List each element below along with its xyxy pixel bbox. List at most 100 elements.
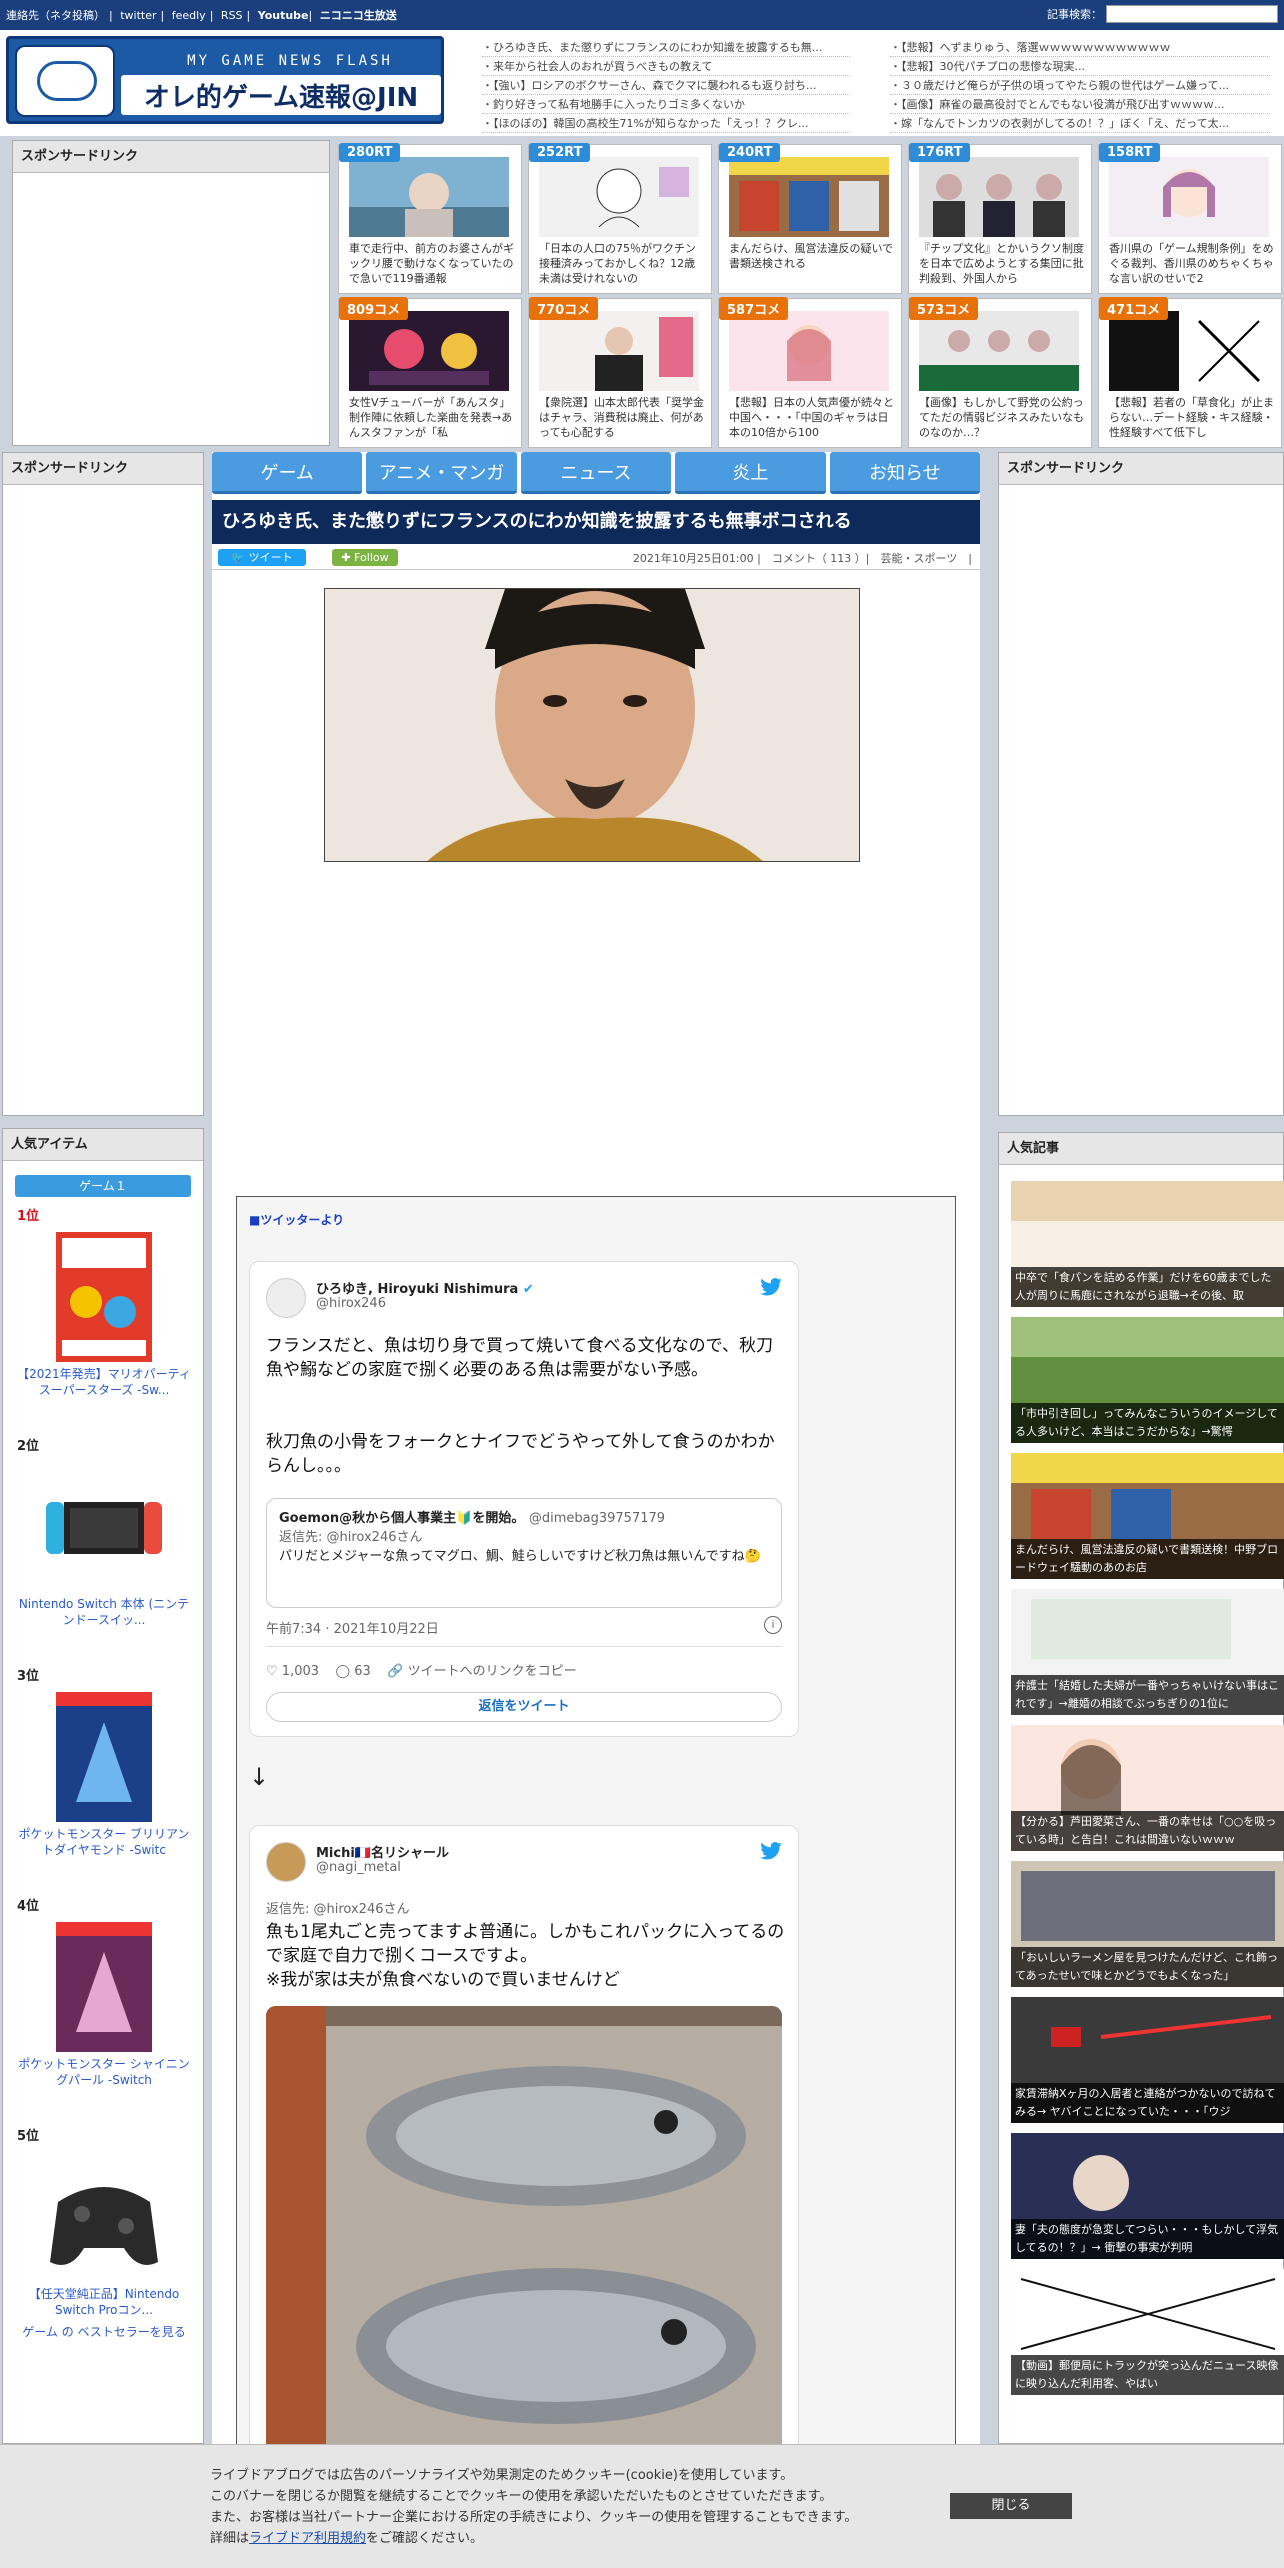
tweet-timestamp[interactable]: 午前7:34 · 2021年10月22日 bbox=[266, 1618, 439, 1637]
niconico-link[interactable]: ニコニコ生放送 bbox=[320, 9, 397, 22]
headline-item[interactable]: 【悲報】30代パチプロの悲惨な現実... bbox=[890, 57, 1270, 76]
nav-tab-enjo[interactable]: 炎上 bbox=[675, 452, 826, 494]
tweet-button[interactable]: 🐦 ツイート bbox=[218, 549, 306, 566]
nav-tab-game[interactable]: ゲーム bbox=[212, 452, 363, 494]
tweet-photo[interactable] bbox=[266, 2006, 782, 2476]
headline-item[interactable]: 【悲報】へずまりゅう、落選ｗｗｗｗｗｗｗｗｗｗｗｗ bbox=[890, 38, 1270, 57]
tweet-author-handle[interactable]: @nagi_metal bbox=[316, 1860, 401, 1875]
quoted-text: パリだとメジャーな魚ってマグロ、鯛、鮭らしいですけど秋刀魚は無いんですね🤔 bbox=[279, 1549, 761, 1564]
product-image bbox=[56, 1232, 152, 1362]
reply-tweet-button[interactable]: 返信をツイート bbox=[266, 1692, 782, 1722]
popular-article[interactable]: 中卒で「食パンを詰める作業」だけを60歳までした人が周りに馬鹿にされながら退職→… bbox=[1011, 1181, 1284, 1307]
copy-link[interactable]: ツイートへのリンクをコピー bbox=[408, 1664, 577, 1679]
headline-item[interactable]: ひろゆき氏、また懲りずにフランスのにわか知識を披露するも無... bbox=[482, 38, 850, 57]
rank-label: 3位 bbox=[17, 1669, 40, 1684]
tweet-text: 秋刀魚の小骨をフォークとナイフでどうやって外して食うのかわからんし。。。 bbox=[266, 1432, 775, 1476]
headline-item[interactable]: 嫁「なんでトンカツの衣剥がしてるの！？」ぼく「え、だって太... bbox=[890, 114, 1270, 133]
reply-count[interactable]: 63 bbox=[354, 1664, 371, 1679]
category-tab[interactable]: ゲーム１ bbox=[15, 1175, 191, 1197]
headline-list-right: 【悲報】へずまりゅう、落選ｗｗｗｗｗｗｗｗｗｗｗｗ 【悲報】30代パチプロの悲惨… bbox=[890, 38, 1270, 133]
popular-article[interactable]: 【分かる】芦田愛菜さん、一番の幸せは「○○を吸っている時」と告白！これは間違いな… bbox=[1011, 1725, 1284, 1851]
site-logo[interactable]: MY GAME NEWS FLASH オレ的ゲーム速報@JIN bbox=[6, 36, 444, 124]
ranking-card[interactable]: 587コメ 【悲報】日本の人気声優が続々と中国へ・・・「中国のギャラは日本の10… bbox=[718, 297, 902, 448]
popular-article[interactable]: 家賃滞納Xヶ月の入居者と連絡がつかないので訪ねてみる→ ヤバイことになっていた・… bbox=[1011, 1997, 1284, 2123]
twitter-link[interactable]: twitter bbox=[120, 9, 156, 22]
youtube-link[interactable]: Youtube bbox=[258, 9, 309, 22]
ranking-card[interactable]: 280RT 車で走行中、前方のお婆さんがギックリ腰で動けなくなっていたので急いで… bbox=[338, 143, 522, 294]
product-item[interactable]: 3位 ポケットモンスター ブリリアントダイヤモンド -Switc bbox=[3, 1665, 205, 1858]
rss-link[interactable]: RSS bbox=[221, 9, 243, 22]
ranking-card[interactable]: 158RT 香川県の「ゲーム規制条例」をめぐる裁判、香川県のめちゃくちゃな言い訳… bbox=[1098, 143, 1282, 294]
nav-tab-info[interactable]: お知らせ bbox=[829, 452, 981, 494]
headline-item[interactable]: 【画像】麻雀の最高役討でとんでもない役満が飛び出すｗｗｗｗ... bbox=[890, 95, 1270, 114]
terms-link[interactable]: ライブドア利用規約 bbox=[249, 2531, 366, 2546]
card-title: まんだらけ、風営法違反の疑いで書類送検される bbox=[729, 242, 894, 270]
popular-article[interactable]: 「おいしいラーメン屋を見つけたんだけど、これ飾ってあったせいで味とかどうでもよく… bbox=[1011, 1861, 1284, 1987]
quoted-tweet[interactable]: Goemon@秋から個人事業主🔰を開始。 @dimebag39757179 返信… bbox=[266, 1498, 782, 1608]
twitter-bird-icon[interactable] bbox=[760, 1278, 782, 1296]
product-item[interactable]: 4位 ポケットモンスター シャイニングパール -Switch bbox=[3, 1895, 205, 2088]
search-input[interactable] bbox=[1106, 5, 1278, 23]
tweet-author-name[interactable]: ひろゆき, Hiroyuki Nishimura ✔ bbox=[316, 1278, 534, 1297]
cookie-close-button[interactable]: 閉じる bbox=[950, 2493, 1072, 2519]
logo-subtitle: MY GAME NEWS FLASH bbox=[187, 53, 393, 69]
product-link[interactable]: 【任天堂純正品】Nintendo Switch Proコン... bbox=[3, 2286, 205, 2318]
card-title: 【悲報】若者の「草食化」が止まらない…デート経験・キス経験・性経験すべて低下し bbox=[1109, 396, 1274, 439]
product-item[interactable]: 2位 Nintendo Switch 本体 (ニンテンドースイッ... bbox=[3, 1435, 205, 1628]
card-thumbnail bbox=[1109, 157, 1269, 237]
ranking-card[interactable]: 240RT まんだらけ、風営法違反の疑いで書類送検される bbox=[718, 143, 902, 294]
headline-item[interactable]: 来年から社会人のおれが買うべきもの教えて bbox=[482, 57, 850, 76]
headline-item[interactable]: ３０歳だけど俺らが子供の頃ってやたら親の世代はゲーム嫌って... bbox=[890, 76, 1270, 95]
product-link[interactable]: ポケットモンスター ブリリアントダイヤモンド -Switc bbox=[3, 1826, 205, 1858]
reply-icon[interactable]: ◯ bbox=[336, 1664, 351, 1679]
feedly-link[interactable]: feedly bbox=[172, 9, 206, 22]
like-count[interactable]: 1,003 bbox=[282, 1664, 319, 1679]
card-title: 【画像】もしかして野党の公約ってただの情弱ビジネスみたいなものなのか…？ bbox=[919, 396, 1084, 439]
bestseller-link[interactable]: ゲーム の ベストセラーを見る bbox=[3, 2324, 205, 2340]
contact-link[interactable]: 連絡先（ネタ投稿） bbox=[6, 9, 105, 22]
popular-article[interactable]: 「市中引き回し」ってみんなこういうのイメージしてる人多いけど、本当はこうだからな… bbox=[1011, 1317, 1284, 1443]
tweet-card[interactable]: ひろゆき, Hiroyuki Nishimura ✔ @hirox246 フラン… bbox=[249, 1261, 799, 1737]
left-column: スポンサードリンク 人気アイテム ゲーム１ 1位 【2021年発売】マリオパーテ… bbox=[2, 452, 204, 2444]
product-item[interactable]: 1位 【2021年発売】マリオパーティ スーパースターズ -Sw... bbox=[3, 1205, 205, 1398]
card-thumbnail bbox=[539, 311, 699, 391]
info-icon[interactable]: i bbox=[764, 1616, 782, 1634]
product-item[interactable]: 5位 【任天堂純正品】Nintendo Switch Proコン... ゲーム … bbox=[3, 2125, 205, 2340]
follow-button[interactable]: ✚ Follow bbox=[332, 549, 398, 566]
popular-article[interactable]: 弁護士「結婚した夫婦が一番やっちゃいけない事はこれです」→離婚の相談でぶっちぎり… bbox=[1011, 1589, 1284, 1715]
product-image bbox=[46, 1462, 162, 1592]
popular-article[interactable]: 妻「夫の態度が急変してつらい・・・もしかして浮気してるの！？」→ 衝撃の事実が判… bbox=[1011, 2133, 1284, 2259]
link-icon[interactable]: 🔗 bbox=[387, 1664, 403, 1679]
ranking-card[interactable]: 176RT 『チップ文化』とかいうクソ制度を日本で広めようとする集団に批判殺到、… bbox=[908, 143, 1092, 294]
ranking-card[interactable]: 252RT 「日本の人口の75％がワクチン接種済みっておかしくね？12歳未満は受… bbox=[528, 143, 712, 294]
popular-items-heading: 人気アイテム bbox=[3, 1129, 203, 1161]
ranking-card[interactable]: 770コメ 【衆院選】山本太郎代表「奨学金はチャラ、消費税は廃止、何があっても心… bbox=[528, 297, 712, 448]
headline-item[interactable]: 【強い】ロシアのボクサーさん、森でクマに襲われるも返り討ち... bbox=[482, 76, 850, 95]
avatar[interactable] bbox=[266, 1278, 306, 1318]
headline-list-left: ひろゆき氏、また懲りずにフランスのにわか知識を披露するも無... 来年から社会人… bbox=[482, 38, 850, 133]
like-icon[interactable]: ♡ bbox=[266, 1664, 278, 1679]
article-caption: 中卒で「食パンを詰める作業」だけを60歳までした人が周りに馬鹿にされながら退職→… bbox=[1011, 1267, 1284, 1307]
headline-item[interactable]: 釣り好きって私有地勝手に入ったりゴミ多くないか bbox=[482, 95, 850, 114]
comment-badge: 471コメ bbox=[1099, 297, 1169, 320]
article-caption: まんだらけ、風営法違反の疑いで書類送検！中野ブロードウェイ騒動のあのお店 bbox=[1011, 1539, 1284, 1579]
twitter-bird-icon[interactable] bbox=[760, 1842, 782, 1860]
headline-item[interactable]: 【ほのぼの】韓国の高校生71%が知らなかった「えっ！？クレ... bbox=[482, 114, 850, 133]
ranking-card[interactable]: 809コメ 女性Vチューバーが「あんスタ」制作陣に依頼した楽曲を発表→あんスタフ… bbox=[338, 297, 522, 448]
product-link[interactable]: Nintendo Switch 本体 (ニンテンドースイッ... bbox=[3, 1596, 205, 1628]
tweet-author-name[interactable]: Michi🇫🇷名リシャール bbox=[316, 1842, 449, 1861]
popular-articles-heading: 人気記事 bbox=[999, 1133, 1283, 1165]
ranking-card[interactable]: 573コメ 【画像】もしかして野党の公約ってただの情弱ビジネスみたいなものなのか… bbox=[908, 297, 1092, 448]
product-link[interactable]: 【2021年発売】マリオパーティ スーパースターズ -Sw... bbox=[3, 1366, 205, 1398]
nav-tab-news[interactable]: ニュース bbox=[520, 452, 672, 494]
avatar[interactable] bbox=[266, 1842, 306, 1882]
verified-icon: ✔ bbox=[522, 1282, 534, 1297]
ranking-card[interactable]: 471コメ 【悲報】若者の「草食化」が止まらない…デート経験・キス経験・性経験す… bbox=[1098, 297, 1282, 448]
article-caption: 【分かる】芦田愛菜さん、一番の幸せは「○○を吸っている時」と告白！これは間違いな… bbox=[1011, 1811, 1284, 1851]
product-link[interactable]: ポケットモンスター シャイニングパール -Switch bbox=[3, 2056, 205, 2088]
nav-tab-anime[interactable]: アニメ・マンガ bbox=[366, 452, 517, 494]
quoted-author[interactable]: Goemon@秋から個人事業主🔰を開始。 @dimebag39757179 bbox=[279, 1509, 769, 1528]
popular-article[interactable]: 【動画】郵便局にトラックが突っ込んだニュース映像に映り込んだ利用客、やばい bbox=[1011, 2269, 1284, 2395]
popular-article[interactable]: まんだらけ、風営法違反の疑いで書類送検！中野ブロードウェイ騒動のあのお店 bbox=[1011, 1453, 1284, 1579]
tweet-author-handle[interactable]: @hirox246 bbox=[316, 1296, 386, 1311]
